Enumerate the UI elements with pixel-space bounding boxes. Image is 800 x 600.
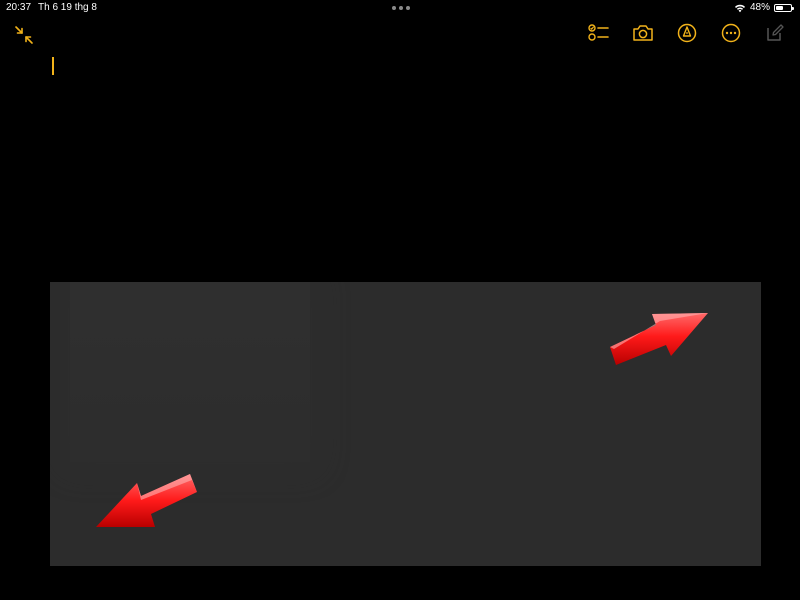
battery-icon [774, 4, 794, 12]
checklist-icon[interactable] [588, 22, 610, 44]
note-text-area[interactable] [50, 55, 750, 255]
red-arrow-up-right-icon [610, 313, 708, 365]
battery-percent: 48% [749, 2, 770, 13]
status-date: Th 6 19 thg 8 [38, 2, 97, 13]
camera-icon[interactable] [632, 22, 654, 44]
embedded-image[interactable] [50, 282, 761, 566]
markup-pen-icon[interactable] [676, 22, 698, 44]
collapse-arrows-icon[interactable] [14, 25, 34, 45]
status-indicators: 48% [734, 0, 794, 16]
more-ellipsis-icon[interactable] [720, 22, 742, 44]
image-shading [70, 282, 310, 462]
wifi-icon [734, 4, 745, 13]
red-arrow-down-left-icon [96, 474, 197, 527]
status-bar: 20:37 Th 6 19 thg 8 48% [0, 0, 800, 16]
notes-screen: 20:37 Th 6 19 thg 8 48% [0, 0, 800, 600]
multitasking-dots-icon[interactable] [392, 6, 410, 10]
compose-icon[interactable] [764, 22, 786, 44]
text-cursor [52, 57, 54, 75]
toolbar [588, 22, 786, 44]
status-time: 20:37 [6, 2, 32, 13]
